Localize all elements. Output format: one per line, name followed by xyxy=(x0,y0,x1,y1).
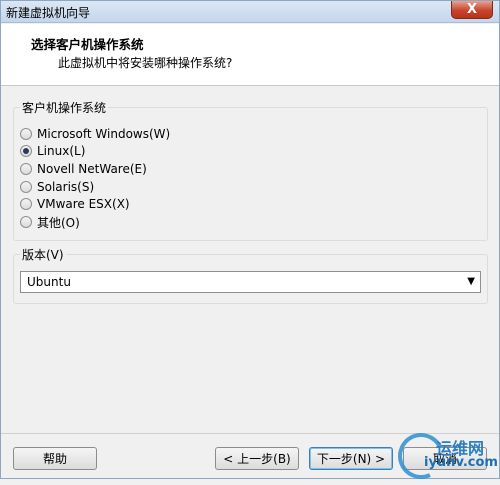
next-button-label: 下一步(N) > xyxy=(316,452,386,466)
radio-button-icon[interactable] xyxy=(20,181,32,193)
help-button[interactable]: 帮助 xyxy=(13,447,97,470)
radio-vmware-esx[interactable]: VMware ESX(X) xyxy=(20,196,130,212)
help-button-label: 帮助 xyxy=(42,452,67,466)
radio-label: 其他(O) xyxy=(37,215,80,230)
radio-label: Linux(L) xyxy=(37,144,86,158)
radio-button-icon[interactable] xyxy=(20,198,32,210)
version-select[interactable]: Ubuntu ▼ xyxy=(20,271,481,293)
version-select-value: Ubuntu xyxy=(27,275,71,289)
radio-other[interactable]: 其他(O) xyxy=(20,214,80,230)
next-button[interactable]: 下一步(N) > xyxy=(309,447,393,470)
radio-button-icon[interactable] xyxy=(20,216,32,228)
close-icon: X xyxy=(466,2,478,17)
radio-linux[interactable]: Linux(L) xyxy=(20,143,85,159)
chevron-down-icon[interactable]: ▼ xyxy=(467,276,475,287)
version-group-label: 版本(V) xyxy=(20,246,66,263)
radio-button-checked-icon[interactable] xyxy=(20,145,32,157)
page-title: 选择客户机操作系统 xyxy=(31,37,144,52)
back-button-label: < 上一步(B) xyxy=(223,452,291,466)
site-watermark: 运维网 iyunv.com xyxy=(391,426,500,485)
radio-label: Novell NetWare(E) xyxy=(37,162,147,176)
wizard-header: 选择客户机操作系统 此虚拟机中将安装哪种操作系统? xyxy=(1,24,499,86)
close-button[interactable]: X xyxy=(451,1,493,19)
title-bar[interactable]: 新建虚拟机向导 X xyxy=(1,1,499,23)
page-subtitle: 此虚拟机中将安装哪种操作系统? xyxy=(58,56,233,70)
wizard-window: 新建虚拟机向导 X 选择客户机操作系统 此虚拟机中将安装哪种操作系统? 客户机操… xyxy=(0,0,500,485)
radio-label: Microsoft Windows(W) xyxy=(37,127,171,141)
version-group: 版本(V) Ubuntu ▼ xyxy=(13,246,488,304)
guest-os-group-label: 客户机操作系统 xyxy=(20,99,109,116)
radio-button-icon[interactable] xyxy=(20,128,32,140)
window-title: 新建虚拟机向导 xyxy=(6,6,91,20)
radio-label: VMware ESX(X) xyxy=(37,197,130,211)
back-button[interactable]: < 上一步(B) xyxy=(215,447,299,470)
radio-button-icon[interactable] xyxy=(20,163,32,175)
radio-microsoft-windows[interactable]: Microsoft Windows(W) xyxy=(20,126,170,142)
guest-os-group: 客户机操作系统 Microsoft Windows(W) Linux(L) No… xyxy=(13,99,488,241)
watermark-url: iyunv.com xyxy=(424,455,498,470)
radio-novell-netware[interactable]: Novell NetWare(E) xyxy=(20,161,147,177)
radio-solaris[interactable]: Solaris(S) xyxy=(20,179,94,195)
radio-label: Solaris(S) xyxy=(37,180,95,194)
